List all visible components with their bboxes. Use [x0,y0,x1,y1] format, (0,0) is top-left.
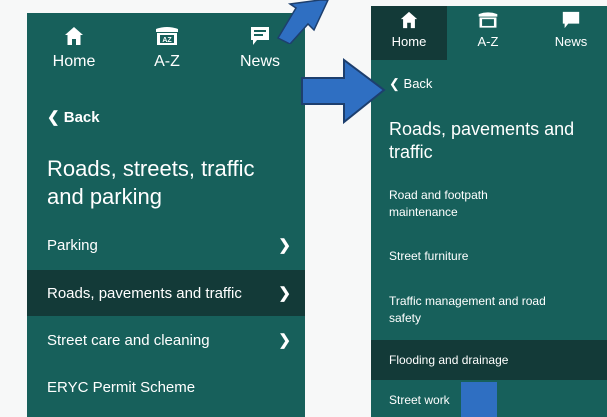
menu-item-label: Road and footpath maintenance [389,188,488,219]
menu-item-street-care[interactable]: Street care and cleaning ❯ [27,317,305,363]
chevron-right-icon: ❯ [278,285,291,302]
back-label: Back [403,76,433,91]
annotation-arrow-top [276,0,329,44]
menu-item-parking[interactable]: Parking ❯ [27,222,305,268]
left-menu-panel: Home AZ A-Z News ❮ Back Roads, streets, … [27,13,305,417]
menu-item-label: Street care and cleaning [47,331,210,349]
svg-text:AZ: AZ [162,37,172,44]
nav-news-label: News [239,53,280,70]
menu-item-street-furniture[interactable]: Street furniture [371,234,607,278]
page-title: Roads, pavements and traffic [389,119,575,162]
az-icon: AZ [156,27,178,45]
nav-home[interactable]: Home [371,6,447,60]
chevron-left-icon: ❮ [389,76,400,91]
az-icon [478,12,498,28]
menu-item-label: ERYC Permit Scheme [47,378,196,396]
nav-news-label: News [554,34,588,49]
home-icon [65,27,83,45]
menu-item-label: Parking [47,236,98,254]
home-icon [400,11,418,29]
menu-item-label: Flooding and drainage [389,352,509,367]
menu-item-traffic-management[interactable]: Traffic management and road safety [371,282,607,338]
menu-item-permit-scheme[interactable]: ERYC Permit Scheme [27,364,305,410]
news-icon [562,11,580,29]
annotation-arrow-right [301,58,386,125]
menu-item-label: Roads, pavements and traffic [47,284,242,302]
menu-item-label: Traffic management and road safety [389,294,546,325]
nav-az[interactable]: AZ A-Z [142,25,192,71]
menu-item-roads-pavements-traffic[interactable]: Roads, pavements and traffic ❯ [27,270,305,316]
menu-item-label: Street work [389,392,450,407]
nav-home[interactable]: Home [49,25,99,71]
menu-item-road-footpath-maintenance[interactable]: Road and footpath maintenance [371,178,607,230]
back-label: Back [63,109,100,126]
menu-item-label: Street furniture [389,248,469,263]
cursor-marker [461,382,497,417]
back-link[interactable]: ❮ Back [47,108,100,126]
nav-news[interactable]: News [547,10,595,49]
page-title: Roads, streets, traffic and parking [47,156,255,209]
nav-az-label: A-Z [477,34,499,49]
back-link[interactable]: ❮ Back [389,76,432,92]
right-menu-panel: Home A-Z News ❮ Back Roads, pavements an… [371,6,607,417]
menu-item-flooding-drainage[interactable]: Flooding and drainage [371,340,607,380]
chevron-right-icon: ❯ [278,237,291,254]
chevron-right-icon: ❯ [278,332,291,349]
nav-az-label: A-Z [154,53,180,70]
nav-home-label: Home [52,53,96,70]
chevron-left-icon: ❮ [47,109,60,126]
nav-az[interactable]: A-Z [463,10,513,49]
nav-home-label: Home [391,34,427,49]
